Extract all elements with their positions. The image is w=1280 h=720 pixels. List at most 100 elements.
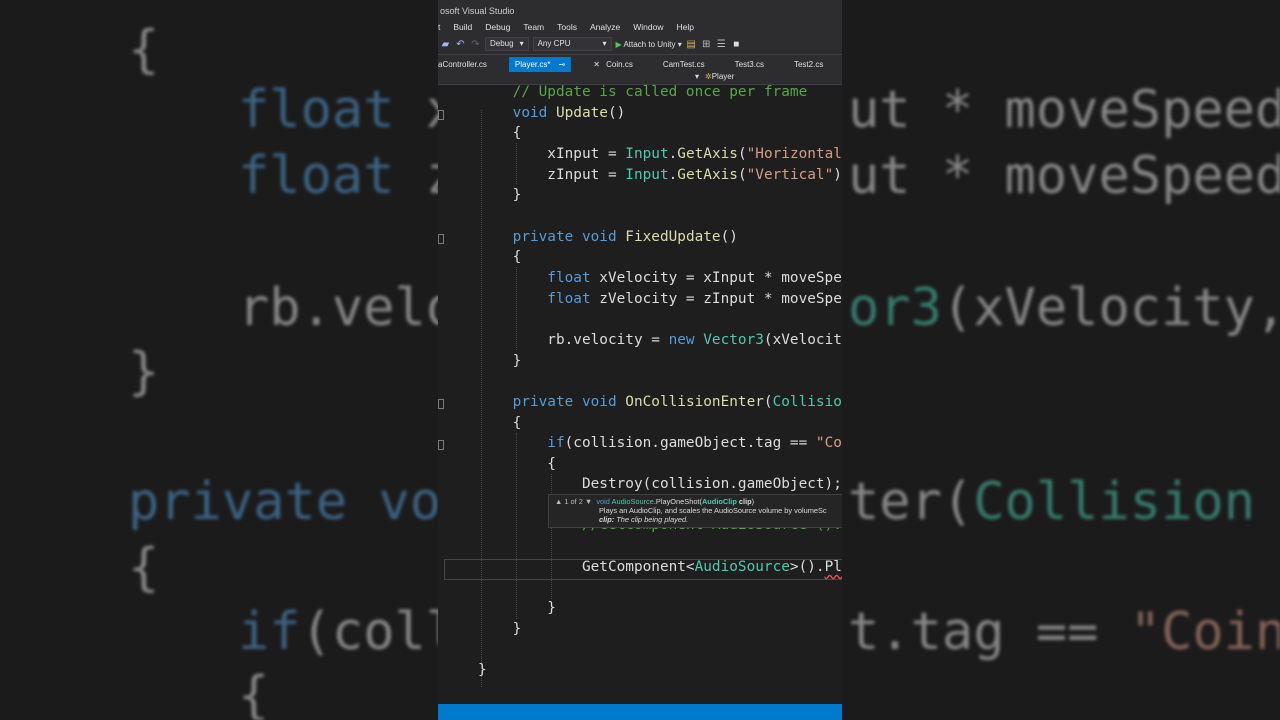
code-line: } <box>478 185 522 205</box>
code-token: Input <box>625 146 669 162</box>
background-margin-strip <box>0 0 14 720</box>
code-token: } <box>478 621 522 637</box>
chevron-down-icon[interactable]: ▾ <box>695 72 699 81</box>
attach-label: Attach to Unity <box>623 39 676 49</box>
code-token: () <box>607 105 626 121</box>
code-token: Update <box>555 105 608 121</box>
parameter-info-tooltip: ▲ 1 of 2 ▼ void AudioSource.PlayOneShot(… <box>548 494 842 528</box>
background-code-token: float <box>238 80 426 140</box>
param-desc: The clip being played. <box>614 515 689 524</box>
undo-icon[interactable]: ↶ <box>455 39 466 50</box>
code-token: } <box>478 662 487 678</box>
code-line: float zVelocity = zInput * moveSpeed; <box>478 289 842 309</box>
platform-dropdown[interactable]: Any CPU ▾ <box>532 37 612 51</box>
code-line: } <box>478 351 522 371</box>
fold-toggle-icon[interactable] <box>438 234 444 244</box>
fold-toggle-icon[interactable] <box>438 110 444 120</box>
menu-item[interactable]: Build <box>453 22 472 32</box>
document-tab[interactable]: Test2.cs <box>786 57 831 72</box>
document-tab[interactable]: Test3.cs <box>727 57 772 72</box>
code-token: zInput = <box>478 167 626 183</box>
title-bar: osoft Visual Studio <box>438 0 842 20</box>
close-icon[interactable]: ✕ <box>593 60 602 69</box>
pin-icon[interactable]: ⊸ <box>559 60 566 69</box>
code-line: } <box>478 598 556 618</box>
code-token: GetComponent< <box>478 559 695 575</box>
sig-keyword: void <box>596 497 612 506</box>
menu-item[interactable]: Window <box>633 22 663 32</box>
code-token: . <box>668 167 678 183</box>
bookmark-icon[interactable]: ■ <box>731 39 742 50</box>
code-line: { <box>478 454 556 474</box>
redo-icon[interactable]: ↷ <box>470 39 481 50</box>
summary-text: Plays an AudioClip, and scales the Audio… <box>599 506 827 515</box>
menu-item[interactable]: t <box>438 22 440 32</box>
code-line: rb.velocity = new Vector3(xVelocity, r <box>478 330 842 350</box>
fold-toggle-icon[interactable] <box>438 399 444 409</box>
code-token: (xVelocity, r <box>763 332 842 348</box>
menu-item[interactable]: Team <box>523 22 544 32</box>
background-code-token: private voi <box>128 472 473 532</box>
document-tabs: aController.cs Player.cs* ⊸ ✕ Coin.cs CamTes… <box>438 55 842 72</box>
code-token: (collision.gameObject.tag == <box>564 435 816 451</box>
background-code-token: t.tag == <box>848 602 1130 662</box>
background-code-token: (xVelocity, r <box>941 278 1280 338</box>
tab-label: Coin.cs <box>606 60 633 69</box>
code-editor[interactable]: // Update is called once per frame void … <box>438 84 842 704</box>
code-line: { <box>478 247 522 267</box>
background-code-line: } <box>128 342 159 402</box>
code-line: // Update is called once per frame <box>478 82 808 102</box>
visual-studio-window: osoft Visual Studio t Build Debug Team Tools… <box>438 0 842 720</box>
code-token: { <box>478 249 522 265</box>
chevron-down-icon: ▾ <box>519 39 524 48</box>
code-token: Vector3 <box>703 332 764 348</box>
code-line: if(collision.gameObject.tag == "Coin") <box>478 433 842 453</box>
background-code-line: private voi <box>128 472 472 532</box>
menu-item[interactable]: Tools <box>557 22 577 32</box>
tab-label: CamTest.cs <box>662 60 705 69</box>
background-code-line: ut * moveSpeed; <box>848 80 1280 140</box>
fold-toggle-icon[interactable] <box>438 440 444 450</box>
tab-label: Test3.cs <box>734 60 764 69</box>
code-token: "Vertical" <box>746 167 834 183</box>
param-label: clip: <box>599 515 615 524</box>
document-tab[interactable]: Player.cs* ⊸ <box>508 57 572 72</box>
document-tab[interactable]: ✕ Coin.cs <box>585 57 641 72</box>
class-icon: ✲ <box>705 72 712 81</box>
background-code-line: or3(xVelocity, r <box>848 278 1280 338</box>
background-code-line: ter(Collision co <box>848 472 1280 532</box>
toolbar-icon[interactable]: ⊞ <box>701 39 712 50</box>
code-token: zVelocity = zInput * moveSpeed; <box>599 291 842 307</box>
overload-counter[interactable]: ▲ 1 of 2 ▼ <box>555 497 592 506</box>
folder-icon[interactable]: ▤ <box>686 39 697 50</box>
code-token: Destroy(collision.gameObject); <box>478 476 842 492</box>
member-dropdown[interactable]: ✲Player <box>705 72 734 81</box>
menu-item[interactable]: Analyze <box>590 22 620 32</box>
code-token: GetAxis <box>677 167 738 183</box>
code-token: float <box>478 270 600 286</box>
background-code-token: { <box>238 666 270 720</box>
code-token: ( <box>737 146 747 162</box>
menu-bar: t Build Debug Team Tools Analyze Window Help <box>438 20 842 34</box>
code-token: private void <box>478 394 626 410</box>
background-code-token: ut * moveSpeed; <box>848 80 1280 140</box>
background-code-token: } <box>128 342 160 402</box>
attach-to-unity-button[interactable]: ▶ Attach to Unity ▾ <box>616 40 682 49</box>
menu-item[interactable]: Help <box>676 22 693 32</box>
document-tab[interactable]: CamTest.cs <box>655 57 713 72</box>
sig-method: .PlayOneShot( <box>653 497 702 506</box>
configuration-dropdown[interactable]: Debug ▾ <box>485 37 529 51</box>
code-token: if <box>478 435 565 451</box>
status-bar <box>438 704 842 720</box>
document-tab[interactable]: aController.cs <box>438 57 495 72</box>
toolbar-icon[interactable]: ☰ <box>716 39 727 50</box>
save-all-icon[interactable]: ▰ <box>440 39 451 50</box>
code-token: private void <box>478 229 626 245</box>
code-token: "Horizontal" <box>746 146 842 162</box>
code-token: void <box>478 105 556 121</box>
menu-item[interactable]: Debug <box>485 22 510 32</box>
code-line: xInput = Input.GetAxis("Horizontal"); <box>478 144 842 164</box>
background-code-line: { <box>128 538 159 598</box>
code-token: ); <box>833 167 842 183</box>
tab-label: Test2.cs <box>793 60 824 69</box>
